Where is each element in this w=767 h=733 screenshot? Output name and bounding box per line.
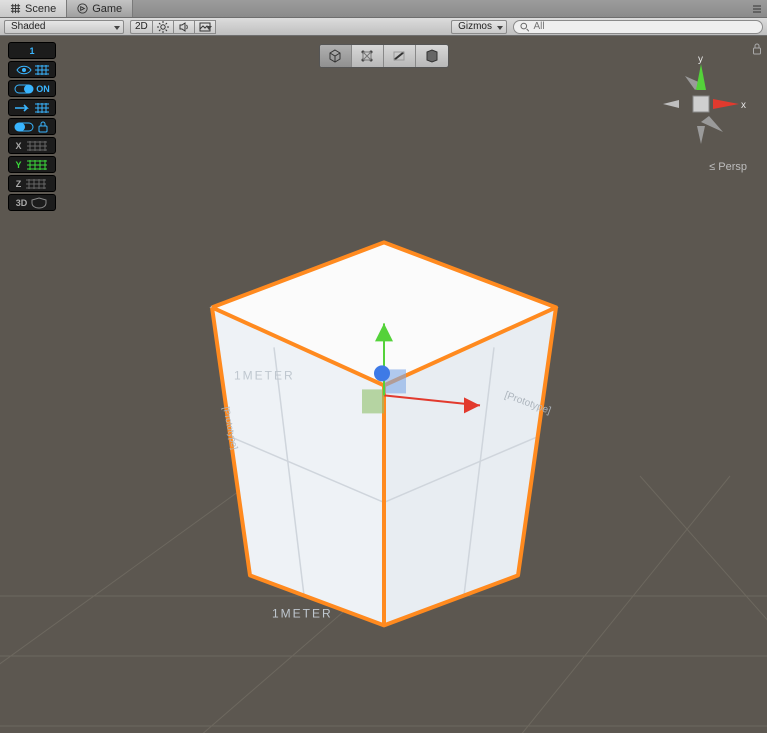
snap-value-label: 1: [29, 46, 34, 56]
progrids-toolbar: 1 ON X Y Z 3D: [8, 42, 56, 211]
toggle-lock-icon: [13, 121, 51, 133]
projection-mode-toggle[interactable]: ≤ Persp: [709, 161, 747, 173]
toggle-2d-label: 2D: [135, 21, 148, 32]
face-icon: [424, 48, 440, 64]
search-input[interactable]: [533, 21, 756, 32]
projection-label: Persp: [718, 161, 747, 173]
axis-y-cone[interactable]: [696, 64, 706, 90]
progrids-snap-value[interactable]: 1: [8, 42, 56, 59]
toggle-audio-button[interactable]: [173, 20, 194, 34]
lock-icon: [751, 43, 763, 55]
tab-scene[interactable]: Scene: [0, 0, 67, 17]
mode-object-button[interactable]: [320, 45, 352, 67]
mode-face-button[interactable]: [416, 45, 448, 67]
grid-icon: [25, 140, 49, 152]
probuilder-mode-strip: [319, 44, 449, 68]
progrids-axis-z[interactable]: Z: [8, 175, 56, 192]
orientation-lock[interactable]: [751, 42, 763, 60]
gizmos-dropdown[interactable]: Gizmos: [451, 20, 507, 34]
toggle-icon: [14, 84, 34, 94]
search-icon: [520, 22, 529, 32]
progrids-3d[interactable]: 3D: [8, 194, 56, 211]
view-toggles: 2D: [130, 20, 216, 34]
axis-neg-y-cone[interactable]: [697, 126, 705, 144]
grid-icon: [25, 159, 49, 171]
projection-prefix: ≤: [709, 161, 718, 173]
tab-game-label: Game: [92, 3, 122, 15]
hamburger-icon: [752, 4, 762, 14]
eye-grid-icon: [13, 64, 51, 76]
edge-icon: [391, 48, 407, 64]
progrids-grid-visibility[interactable]: [8, 61, 56, 78]
axis-x-cone[interactable]: [713, 99, 739, 109]
orientation-center-cube[interactable]: [693, 96, 709, 112]
tab-bar: Scene Game: [0, 0, 767, 18]
vertex-icon: [359, 48, 375, 64]
progrids-axis-x[interactable]: X: [8, 137, 56, 154]
tab-context-menu[interactable]: [747, 0, 767, 17]
progrids-lock[interactable]: [8, 118, 56, 135]
progrids-axis-y[interactable]: Y: [8, 156, 56, 173]
image-icon: [199, 22, 211, 32]
axis-3d-label: 3D: [16, 198, 28, 208]
axis-x-label: X: [15, 141, 21, 151]
scene-toolbar: Shaded 2D Gizmos: [0, 18, 767, 36]
search-field[interactable]: [513, 20, 763, 34]
orientation-gizmo[interactable]: x y: [651, 44, 751, 174]
shading-mode-label: Shaded: [11, 21, 45, 32]
toggle-2d-button[interactable]: 2D: [130, 20, 152, 34]
progrids-push-to-grid[interactable]: [8, 99, 56, 116]
tab-scene-label: Scene: [25, 3, 56, 15]
shading-mode-dropdown[interactable]: Shaded: [4, 20, 124, 34]
tab-game[interactable]: Game: [67, 0, 133, 17]
snap-on-label: ON: [36, 84, 50, 94]
grid-icon: [24, 178, 48, 190]
sun-icon: [157, 21, 169, 33]
shield-icon: [30, 197, 48, 209]
scene-viewport[interactable]: 1 ON X Y Z 3D: [0, 36, 767, 733]
axis-z-label: Z: [16, 179, 22, 189]
scene-icon: [10, 3, 21, 14]
game-icon: [77, 3, 88, 14]
mode-edge-button[interactable]: [384, 45, 416, 67]
axis-neg-z-cone[interactable]: [663, 100, 679, 108]
axis-x-label: x: [741, 100, 746, 111]
gizmos-label: Gizmos: [458, 21, 492, 32]
cube-icon: [327, 48, 343, 64]
progrids-snap-enabled[interactable]: ON: [8, 80, 56, 97]
axis-y-label: Y: [15, 160, 21, 170]
push-icon: [13, 102, 51, 114]
toggle-lighting-button[interactable]: [152, 20, 173, 34]
tab-spacer: [133, 0, 747, 17]
axis-y-label: y: [698, 54, 703, 65]
speaker-icon: [178, 21, 190, 33]
mode-vertex-button[interactable]: [352, 45, 384, 67]
effects-dropdown[interactable]: [194, 20, 216, 34]
axis-z-cone[interactable]: [701, 116, 723, 132]
